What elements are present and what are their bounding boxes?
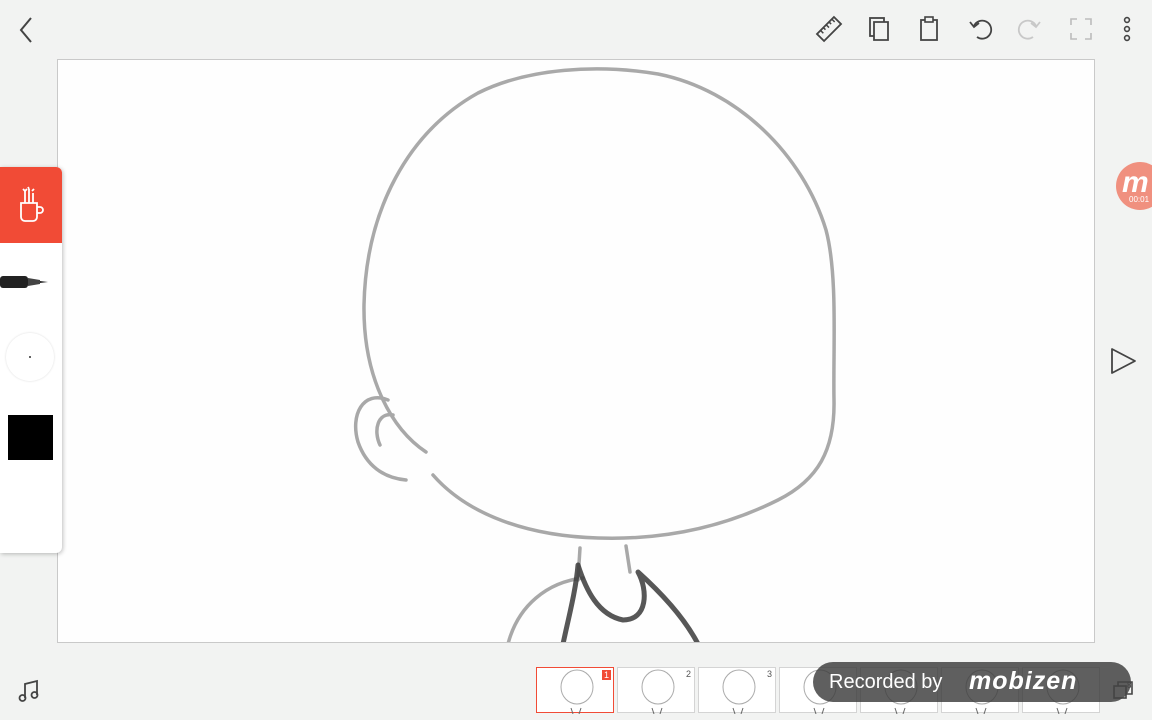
frame-number: 3 xyxy=(766,669,772,679)
paste-icon[interactable] xyxy=(914,14,944,44)
play-icon[interactable] xyxy=(1108,346,1138,376)
tool-panel xyxy=(0,167,62,553)
frame-preview xyxy=(641,669,675,714)
more-icon[interactable] xyxy=(1112,14,1142,44)
back-icon[interactable] xyxy=(14,14,40,46)
brush-size-button[interactable] xyxy=(6,333,54,381)
recorded-watermark: Recorded by mobizen xyxy=(813,662,1131,702)
frame-thumbnail[interactable]: 3 xyxy=(698,667,776,714)
music-icon[interactable] xyxy=(16,678,42,704)
frame-number: 2 xyxy=(685,669,691,679)
frame-number: 1 xyxy=(601,670,611,680)
watermark-brand: mobizen xyxy=(969,667,1078,695)
undo-icon[interactable] xyxy=(965,14,995,44)
fullscreen-icon[interactable] xyxy=(1066,14,1096,44)
ruler-icon[interactable] xyxy=(814,14,844,44)
frame-preview xyxy=(722,669,756,714)
watermark-label: Recorded by xyxy=(829,671,943,693)
sketch-drawing xyxy=(353,67,836,642)
brush-cup-icon xyxy=(20,186,44,222)
layers-icon[interactable]: 8 xyxy=(1112,678,1136,702)
pen-tool[interactable] xyxy=(0,267,52,297)
frame-thumbnail[interactable]: 1 xyxy=(536,667,614,714)
brushes-tab[interactable] xyxy=(0,167,62,243)
frame-count-label: 8 xyxy=(1127,681,1132,690)
copy-icon[interactable] xyxy=(864,14,894,44)
color-swatch[interactable] xyxy=(8,415,53,460)
recorder-time: 00:01 xyxy=(1129,195,1150,204)
drawing-canvas[interactable] xyxy=(57,59,1095,643)
recorder-badge[interactable]: m 00:01 xyxy=(1116,162,1152,210)
frame-thumbnail[interactable]: 2 xyxy=(617,667,695,714)
redo-icon[interactable] xyxy=(1015,14,1045,44)
